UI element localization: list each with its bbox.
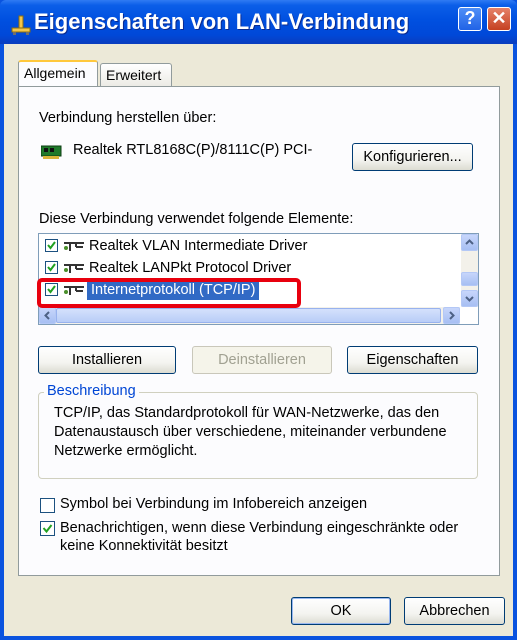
network-adapter-icon bbox=[41, 145, 62, 159]
item-label: Realtek LANPkt Protocol Driver bbox=[89, 260, 292, 276]
protocol-icon bbox=[64, 242, 84, 251]
protocol-icon bbox=[64, 264, 84, 273]
dialog-window: Eigenschaften von LAN-Verbindung ? ✕ All… bbox=[0, 0, 517, 640]
close-button[interactable]: ✕ bbox=[487, 7, 511, 31]
components-label: Diese Verbindung verwendet folgende Elem… bbox=[39, 211, 354, 227]
tab-allgemein[interactable]: Allgemein bbox=[18, 60, 98, 86]
chevron-left-icon bbox=[44, 311, 50, 320]
show-icon-label: Symbol bei Verbindung im Infobereich anz… bbox=[60, 496, 368, 512]
uninstall-button: Deinstallieren bbox=[192, 346, 332, 374]
properties-button[interactable]: Eigenschaften bbox=[347, 346, 478, 374]
notify-label: Benachrichtigen, wenn diese Verbindung e… bbox=[60, 520, 459, 554]
connection-label: Verbindung herstellen über: bbox=[39, 110, 217, 126]
cancel-button[interactable]: Abbrechen bbox=[404, 597, 505, 625]
window-title: Eigenschaften von LAN-Verbindung bbox=[34, 9, 410, 34]
scroll-left-button[interactable] bbox=[39, 307, 56, 324]
description-title: Beschreibung bbox=[44, 383, 139, 399]
horizontal-scroll-thumb[interactable] bbox=[56, 308, 441, 323]
dialog-body: Allgemein Erweitert Verbindung herstelle… bbox=[4, 44, 513, 636]
adapter-name: Realtek RTL8168C(P)/8111C(P) PCI- bbox=[73, 142, 313, 158]
chevron-right-icon bbox=[449, 311, 455, 320]
tab-erweitert[interactable]: Erweitert bbox=[100, 63, 172, 86]
scroll-right-button[interactable] bbox=[443, 307, 460, 324]
configure-button[interactable]: Konfigurieren... bbox=[352, 143, 473, 171]
checkmark-icon bbox=[42, 524, 53, 534]
notify-checkbox[interactable] bbox=[40, 521, 55, 536]
help-button[interactable]: ? bbox=[458, 7, 482, 31]
highlight-annotation bbox=[37, 278, 301, 308]
item-checkbox[interactable] bbox=[45, 261, 58, 274]
chevron-down-icon bbox=[465, 296, 474, 302]
install-button[interactable]: Installieren bbox=[38, 346, 176, 374]
item-checkbox[interactable] bbox=[45, 239, 58, 252]
network-connection-icon bbox=[11, 15, 31, 35]
chevron-up-icon bbox=[465, 239, 474, 245]
scroll-down-button[interactable] bbox=[461, 290, 478, 307]
show-icon-checkbox[interactable] bbox=[40, 498, 55, 513]
item-label: Realtek VLAN Intermediate Driver bbox=[89, 238, 308, 254]
horizontal-scrollbar[interactable] bbox=[39, 307, 460, 324]
title-bar[interactable]: Eigenschaften von LAN-Verbindung ? ✕ bbox=[0, 0, 517, 44]
scroll-thumb[interactable] bbox=[461, 272, 478, 286]
ok-button[interactable]: OK bbox=[291, 597, 391, 625]
scroll-up-button[interactable] bbox=[461, 234, 478, 251]
vertical-scrollbar[interactable] bbox=[461, 234, 478, 307]
description-text: TCP/IP, das Standardprotokoll für WAN-Ne… bbox=[54, 405, 447, 459]
